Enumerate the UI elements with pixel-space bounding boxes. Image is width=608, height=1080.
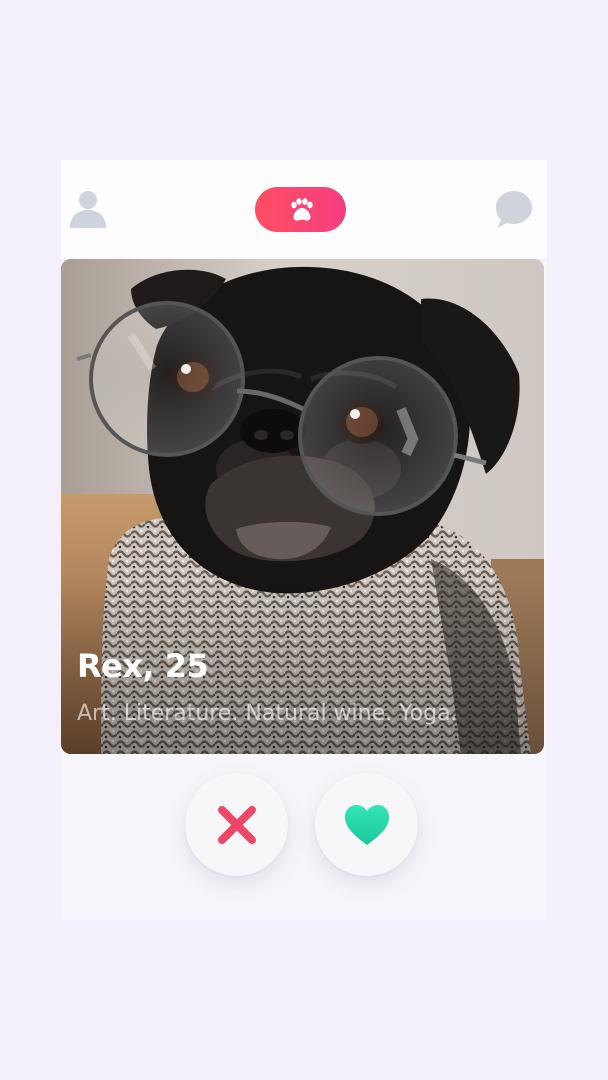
chat-bubble-icon [496, 191, 532, 228]
paw-icon [290, 197, 313, 221]
user-icon [70, 191, 106, 228]
app-screen: Rex, 25 Art. Literature. Natural wine. Y… [61, 160, 547, 920]
card-name-age: Rex, 25 [77, 647, 209, 685]
card-interests: Art. Literature. Natural wine. Yoga. [77, 701, 458, 726]
close-icon [217, 805, 256, 844]
heart-icon [344, 804, 389, 845]
paw-discover-button[interactable] [255, 187, 346, 232]
nope-button[interactable] [185, 773, 288, 876]
top-bar [61, 160, 547, 258]
chat-button[interactable] [494, 189, 534, 229]
like-button[interactable] [315, 773, 418, 876]
profile-card[interactable]: Rex, 25 Art. Literature. Natural wine. Y… [61, 259, 544, 754]
profile-button[interactable] [68, 188, 108, 228]
